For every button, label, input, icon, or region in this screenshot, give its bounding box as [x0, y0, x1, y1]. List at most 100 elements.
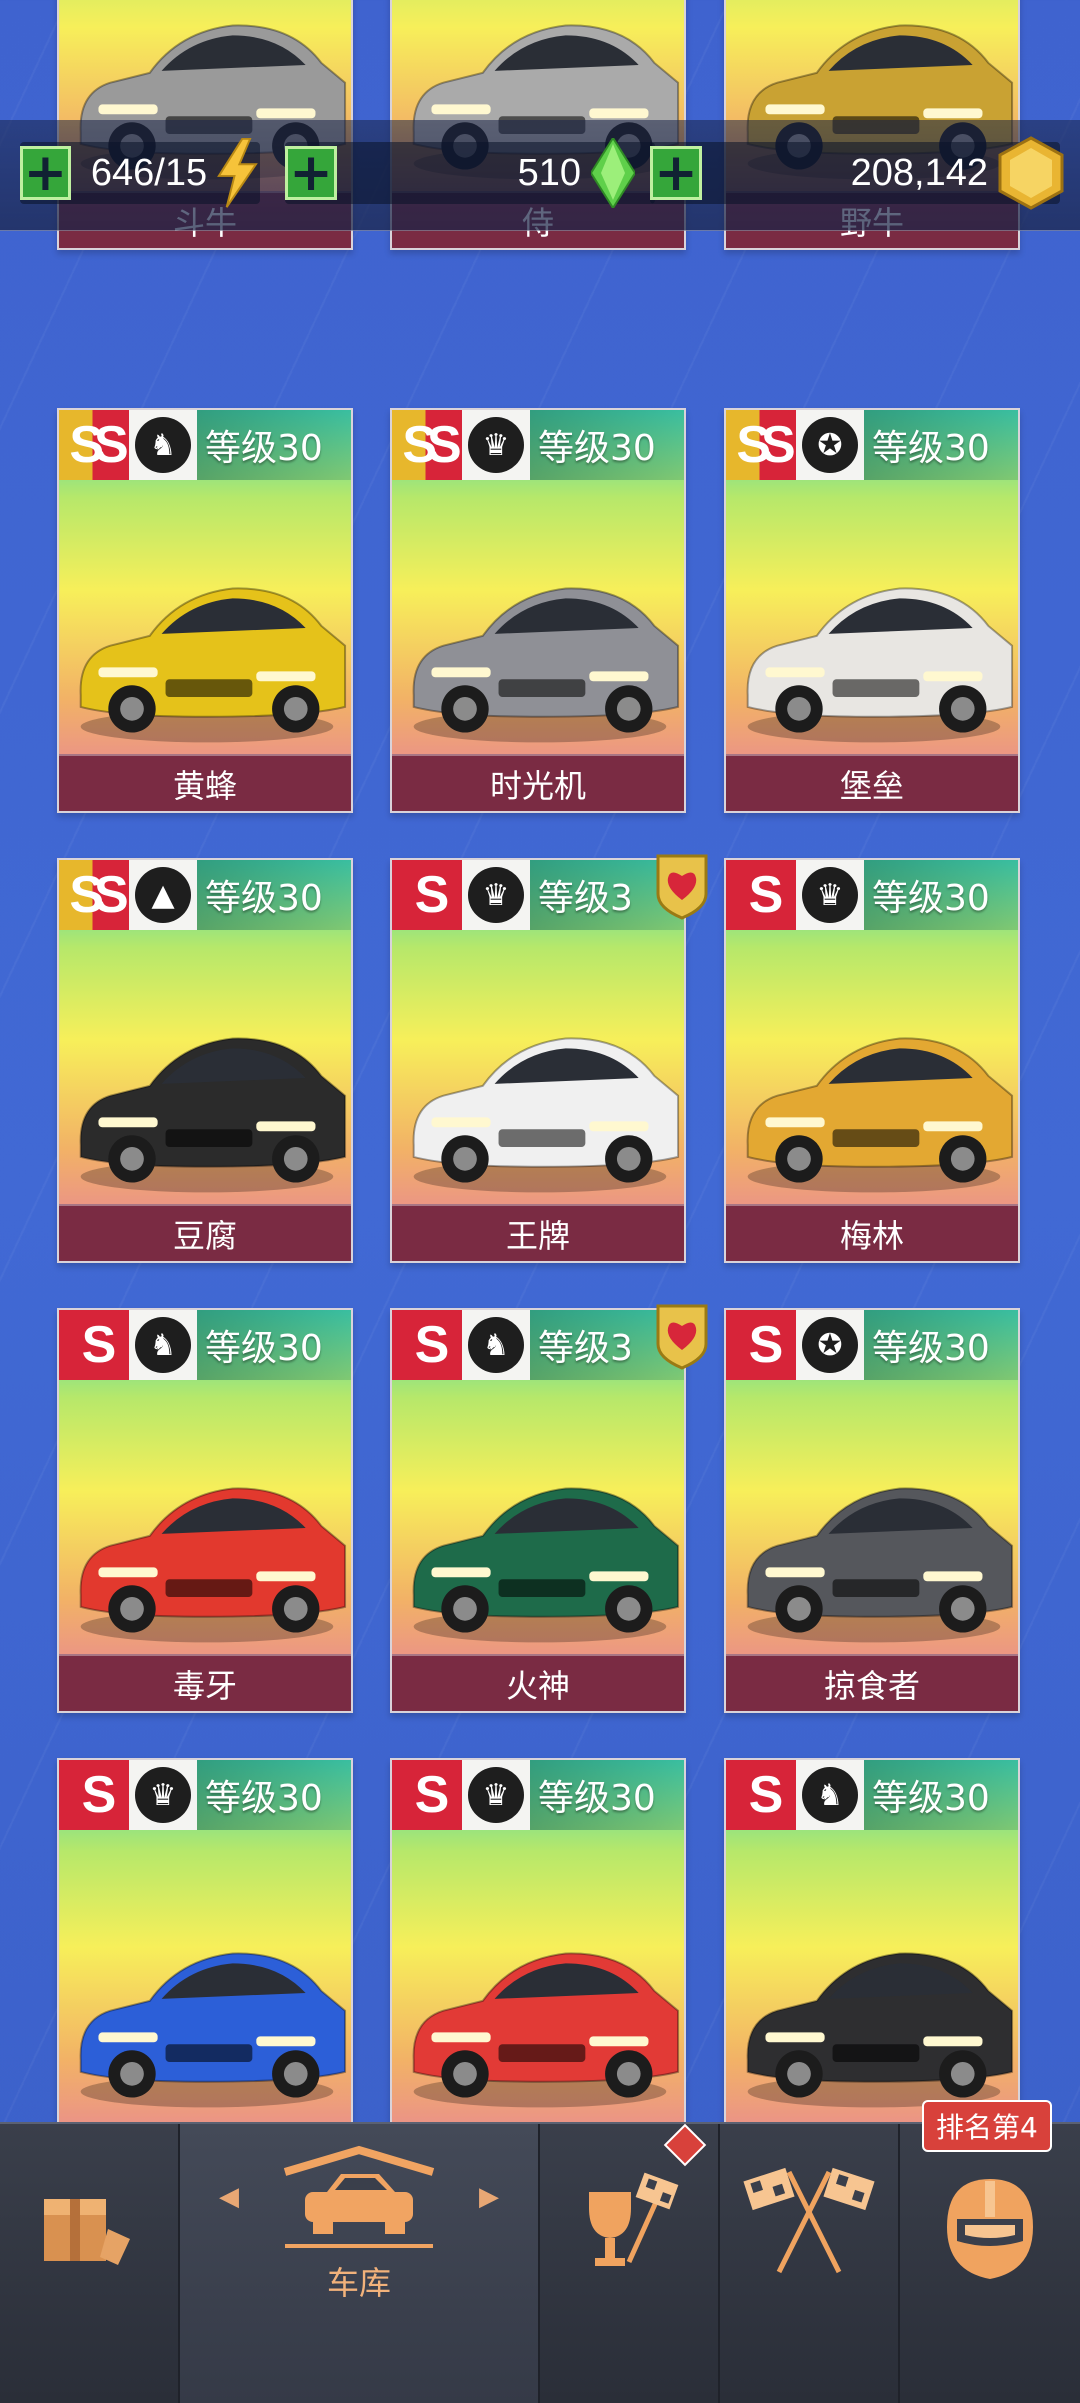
car-image [746, 1952, 1014, 2108]
prev-arrow-icon[interactable]: ◀ [219, 2182, 239, 2212]
car-image [79, 587, 347, 743]
brand-badge: ▲ [129, 860, 197, 930]
car-card-header: SS ▲ 等级30 [59, 860, 351, 930]
car-card-header: S ♞ 等级3 [392, 1310, 684, 1380]
horse-icon: ♞ [135, 417, 191, 473]
car-card-header: S ♛ 等级30 [59, 1760, 351, 1830]
car-card[interactable]: SS ✪ 等级30 堡垒 [724, 408, 1020, 813]
shop-box-icon [44, 2199, 130, 2265]
car-image [746, 1037, 1014, 1193]
car-image [79, 1037, 347, 1193]
garage-label: 车库 [326, 2264, 391, 2302]
crown-icon: ♛ [135, 1767, 191, 1823]
car-card[interactable]: S ♛ 等级30 [57, 1758, 353, 2178]
bottom-nav: ◀ ▶ 车库 排名第4 [0, 2100, 1080, 2403]
brand-badge: ♞ [129, 410, 197, 480]
brand-badge: ♛ [462, 860, 530, 930]
rank-badge: SS [59, 860, 129, 930]
brand-badge: ♛ [462, 410, 530, 480]
level-label: 等级30 [538, 1778, 656, 1819]
nav-garage[interactable]: ◀ ▶ 车库 [180, 2124, 540, 2403]
car-preview [392, 1830, 684, 2121]
car-card[interactable]: S ♛ 等级3 王牌 [390, 858, 686, 1263]
rank-badge: S [59, 1760, 129, 1830]
car-preview [726, 930, 1018, 1206]
car-name: 梅林 [726, 1204, 1018, 1261]
coins-counter: + 208,142 [650, 136, 1064, 210]
car-card[interactable]: SS ♛ 等级30 时光机 [390, 408, 686, 813]
favorite-heart-icon[interactable] [652, 1302, 712, 1370]
nav-events[interactable] [540, 2123, 720, 2403]
car-card-header: S ♞ 等级30 [726, 1760, 1018, 1830]
car-grid: SS ♞ 等级30 斗牛 SS ▲ 等级3 [0, 0, 1080, 2401]
brand-badge: ♛ [796, 860, 864, 930]
car-name: 毒牙 [59, 1654, 351, 1711]
car-card[interactable]: SS ♞ 等级30 黄蜂 [57, 408, 353, 813]
car-preview [59, 1380, 351, 1656]
car-preview [392, 480, 684, 756]
currency-bar: + 646/15 + 510 + 208,142 [0, 120, 1080, 231]
add-coins-button[interactable]: + [650, 146, 702, 200]
rank-badge: S [392, 1310, 462, 1380]
gems-value: 510 [517, 151, 581, 194]
nav-shop[interactable] [0, 2124, 180, 2403]
rank-badge: S [726, 1310, 796, 1380]
brand-badge: ♞ [796, 1760, 864, 1830]
car-image [79, 1952, 347, 2108]
car-card-header: S ♛ 等级30 [726, 860, 1018, 930]
car-card[interactable]: S ♛ 等级30 梅林 [724, 858, 1020, 1263]
gems-counter: + 510 [285, 138, 655, 208]
car-image [746, 587, 1014, 743]
car-card[interactable]: S ♞ 等级30 毒牙 [57, 1308, 353, 1713]
car-preview [392, 930, 684, 1206]
car-card[interactable]: S ♞ 等级3 火神 [390, 1308, 686, 1713]
crown-icon: ♛ [468, 1767, 524, 1823]
crown-icon: ♛ [802, 867, 858, 923]
car-name: 火神 [392, 1654, 684, 1711]
nav-race[interactable] [720, 2124, 900, 2403]
add-energy-button[interactable]: + [20, 146, 71, 200]
car-card[interactable]: SS ▲ 等级30 豆腐 [57, 858, 353, 1263]
rank-badge: S [726, 1760, 796, 1830]
coins-value: 208,142 [850, 151, 988, 194]
car-image [412, 1487, 680, 1643]
green-gem-icon [591, 138, 635, 208]
brand-badge: ✪ [796, 410, 864, 480]
next-arrow-icon[interactable]: ▶ [479, 2182, 499, 2212]
crown-icon: ♛ [468, 867, 524, 923]
level-label: 等级30 [872, 1778, 990, 1819]
rank-badge: SS [59, 410, 129, 480]
car-preview [726, 480, 1018, 756]
lightning-icon [217, 138, 258, 208]
nav-profile[interactable] [900, 2124, 1080, 2403]
level-label: 等级30 [872, 428, 990, 469]
events-notification-dot [663, 2123, 707, 2167]
car-card[interactable]: S ♛ 等级30 [390, 1758, 686, 2178]
car-preview [726, 1830, 1018, 2121]
car-name: 王牌 [392, 1204, 684, 1261]
rank-badge: S [59, 1310, 129, 1380]
energy-counter: + 646/15 [20, 138, 260, 208]
car-image [412, 1037, 680, 1193]
car-preview [59, 480, 351, 756]
horse-icon: ♞ [135, 1317, 191, 1373]
car-card[interactable]: S ✪ 等级30 掠食者 [724, 1308, 1020, 1713]
car-card-header: SS ✪ 等级30 [726, 410, 1018, 480]
car-card-header: S ♞ 等级30 [59, 1310, 351, 1380]
car-card-header: SS ♛ 等级30 [392, 410, 684, 480]
add-gems-button[interactable]: + [285, 146, 337, 200]
crown-icon: ♛ [468, 417, 524, 473]
favorite-heart-icon[interactable] [652, 852, 712, 920]
level-label: 等级30 [872, 1328, 990, 1369]
car-image [412, 1952, 680, 2108]
car-name: 掠食者 [726, 1654, 1018, 1711]
car-preview [392, 1380, 684, 1656]
trophy-flag-icon [589, 2172, 679, 2266]
car-name: 豆腐 [59, 1204, 351, 1261]
energy-value: 646/15 [90, 151, 208, 194]
wheel-icon: ✪ [802, 1317, 858, 1373]
car-card-header: S ♛ 等级30 [392, 1760, 684, 1830]
checkered-flags-icon [743, 2167, 875, 2274]
wheel-icon: ✪ [802, 417, 858, 473]
level-label: 等级30 [205, 878, 323, 919]
